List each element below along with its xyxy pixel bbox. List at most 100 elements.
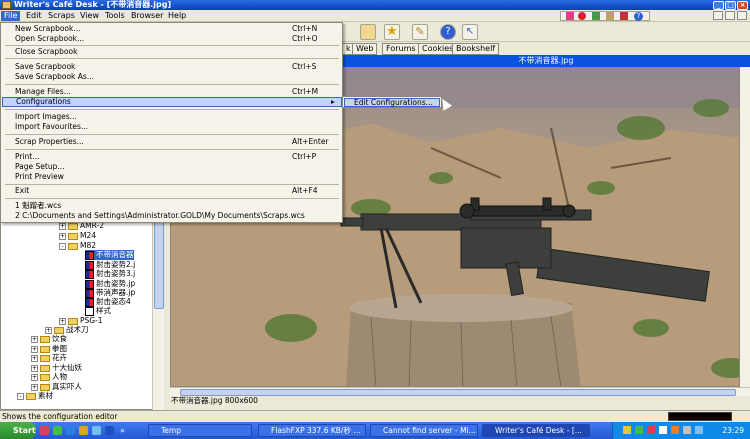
- system-tray: 23:29: [612, 422, 750, 439]
- tray-icon[interactable]: [623, 426, 631, 434]
- menu-item-page-setup[interactable]: Page Setup...: [2, 162, 342, 172]
- tree-folder[interactable]: + 人物: [31, 372, 67, 382]
- expander-plus-icon[interactable]: +: [59, 232, 66, 240]
- tab-bookshelf[interactable]: Bookshelf: [452, 43, 500, 55]
- quicklaunch-icon[interactable]: [40, 426, 49, 435]
- minimize-button[interactable]: _: [713, 1, 724, 10]
- star-icon[interactable]: ★: [384, 24, 400, 40]
- menu-item-manage-files[interactable]: Manage Files... Ctrl+M: [2, 87, 342, 97]
- note-icon[interactable]: [606, 12, 614, 20]
- menu-separator: [5, 149, 339, 150]
- taskbar-button-flashfxp[interactable]: FlashFXP 337.6 KB/秒 ...: [258, 424, 366, 437]
- stop-icon[interactable]: [620, 12, 628, 20]
- menu-item-open-scrapbook[interactable]: Open Scrapbook... Ctrl+O: [2, 34, 342, 44]
- tree-scrollbar-thumb[interactable]: [154, 213, 164, 309]
- menu-item-save-as[interactable]: Save Scrapbook As...: [2, 72, 342, 82]
- expander-minus-icon[interactable]: -: [59, 242, 66, 250]
- menu-item-print-preview[interactable]: Print Preview: [2, 172, 342, 182]
- menu-item-import-favourites[interactable]: Import Favourites...: [2, 122, 342, 132]
- menu-separator: [5, 109, 339, 110]
- expander-plus-icon[interactable]: +: [59, 317, 66, 325]
- tab-web[interactable]: Web: [352, 43, 378, 55]
- expander-plus-icon[interactable]: +: [31, 354, 38, 362]
- menu-item-print[interactable]: Print... Ctrl+P: [2, 152, 342, 162]
- tree-item[interactable]: 射击姿势3.j: [85, 269, 135, 279]
- expander-plus-icon[interactable]: +: [59, 222, 66, 230]
- taskbar: Start » Temp FlashFXP 337.6 KB/秒 ... Can…: [0, 422, 750, 439]
- clock[interactable]: 23:29: [722, 426, 744, 435]
- folder-icon: [40, 373, 50, 381]
- expander-plus-icon[interactable]: +: [31, 373, 38, 381]
- menu-item-configurations[interactable]: Configurations ▸: [2, 97, 342, 107]
- taskbar-button-browser[interactable]: Cannot find server - Mi...: [370, 424, 478, 437]
- maximize-button[interactable]: □: [725, 1, 736, 10]
- doc-close-button[interactable]: [737, 11, 747, 20]
- menu-item-close-scrapbook[interactable]: Close Scrapbook: [2, 47, 342, 57]
- menu-separator: [5, 184, 339, 185]
- expander-plus-icon[interactable]: +: [31, 383, 38, 391]
- red-ball-icon[interactable]: [578, 12, 586, 20]
- taskbar-button-writers-cafe[interactable]: Writer's Café Desk - [...: [482, 424, 590, 437]
- image-info: 不带消音器.jpg 800x600: [171, 396, 258, 405]
- network-icon[interactable]: [695, 426, 703, 434]
- quicklaunch-icon[interactable]: [79, 426, 88, 435]
- menu-separator: [5, 45, 339, 46]
- image-vertical-scrollbar[interactable]: [740, 67, 750, 387]
- expander-minus-icon[interactable]: -: [17, 392, 24, 400]
- menu-help[interactable]: Help: [165, 11, 189, 21]
- menu-item-recent-1[interactable]: 1 魁蹭者.wcs: [2, 201, 342, 211]
- quicklaunch-icon[interactable]: [105, 426, 114, 435]
- menu-item-exit[interactable]: Exit Alt+F4: [2, 186, 342, 196]
- tray-icon[interactable]: [671, 426, 679, 434]
- pink-gem-icon[interactable]: [566, 12, 574, 20]
- wrench-icon[interactable]: ✎: [412, 24, 428, 40]
- start-button[interactable]: Start: [0, 422, 36, 439]
- tree-folder[interactable]: + 饮食: [31, 334, 67, 344]
- expander-plus-icon[interactable]: +: [31, 335, 38, 343]
- close-button[interactable]: ×: [737, 1, 748, 10]
- help-icon[interactable]: ?: [634, 12, 643, 21]
- tree-item-selected[interactable]: 不带消音器: [85, 250, 134, 260]
- expander-plus-icon[interactable]: +: [31, 345, 38, 353]
- frame-icon[interactable]: [360, 24, 376, 40]
- expander-plus-icon[interactable]: +: [31, 364, 38, 372]
- quicklaunch-icon[interactable]: [53, 426, 62, 435]
- folder-icon: [54, 326, 64, 334]
- menu-item-new-scrapbook[interactable]: New Scrapbook... Ctrl+N: [2, 24, 342, 34]
- tree-folder[interactable]: + 花卉: [31, 353, 67, 363]
- file-menu-dropdown: New Scrapbook... Ctrl+N Open Scrapbook...…: [0, 22, 343, 223]
- tab-forums[interactable]: Forums: [382, 43, 420, 55]
- tray-icon[interactable]: [647, 426, 655, 434]
- menu-view[interactable]: View: [77, 11, 102, 21]
- tree-folder[interactable]: - 素材: [17, 391, 53, 401]
- help-circle-icon[interactable]: ?: [440, 24, 456, 40]
- folder-icon: [68, 242, 78, 250]
- quicklaunch-icon[interactable]: [66, 426, 75, 435]
- green-leaf-icon[interactable]: [592, 12, 600, 20]
- tray-icon[interactable]: [659, 426, 667, 434]
- menu-file[interactable]: File: [1, 11, 21, 21]
- menu-item-edit-configurations[interactable]: Edit Configurations...: [344, 98, 440, 107]
- quicklaunch-icon[interactable]: [92, 426, 101, 435]
- menu-item-import-images[interactable]: Import Images...: [2, 112, 342, 122]
- context-help-icon[interactable]: ↖: [462, 24, 478, 40]
- doc-minimize-button[interactable]: [713, 11, 723, 20]
- menu-item-scrap-properties[interactable]: Scrap Properties... Alt+Enter: [2, 137, 342, 147]
- image-hscroll-thumb[interactable]: [180, 389, 736, 396]
- menu-item-save-scrapbook[interactable]: Save Scrapbook Ctrl+S: [2, 62, 342, 72]
- quicklaunch-expand-icon[interactable]: »: [120, 426, 125, 435]
- menu-tools[interactable]: Tools: [102, 11, 128, 21]
- taskbar-button-temp[interactable]: Temp: [148, 424, 252, 437]
- tree-folder-m24[interactable]: + M24: [59, 231, 96, 241]
- menu-edit[interactable]: Edit: [23, 11, 45, 21]
- tray-icon[interactable]: [635, 426, 643, 434]
- tree-item[interactable]: 样式: [85, 306, 111, 316]
- menu-scraps[interactable]: Scraps: [45, 11, 78, 21]
- tab-bar: k Web Forums Cookies Bookshelf: [342, 42, 750, 55]
- image-horizontal-scrollbar[interactable]: [170, 387, 750, 396]
- volume-icon[interactable]: [683, 426, 691, 434]
- menu-item-recent-2[interactable]: 2 C:\Documents and Settings\Administrato…: [2, 211, 342, 221]
- expander-plus-icon[interactable]: +: [45, 326, 52, 334]
- doc-restore-button[interactable]: [725, 11, 735, 20]
- menu-browser[interactable]: Browser: [128, 11, 166, 21]
